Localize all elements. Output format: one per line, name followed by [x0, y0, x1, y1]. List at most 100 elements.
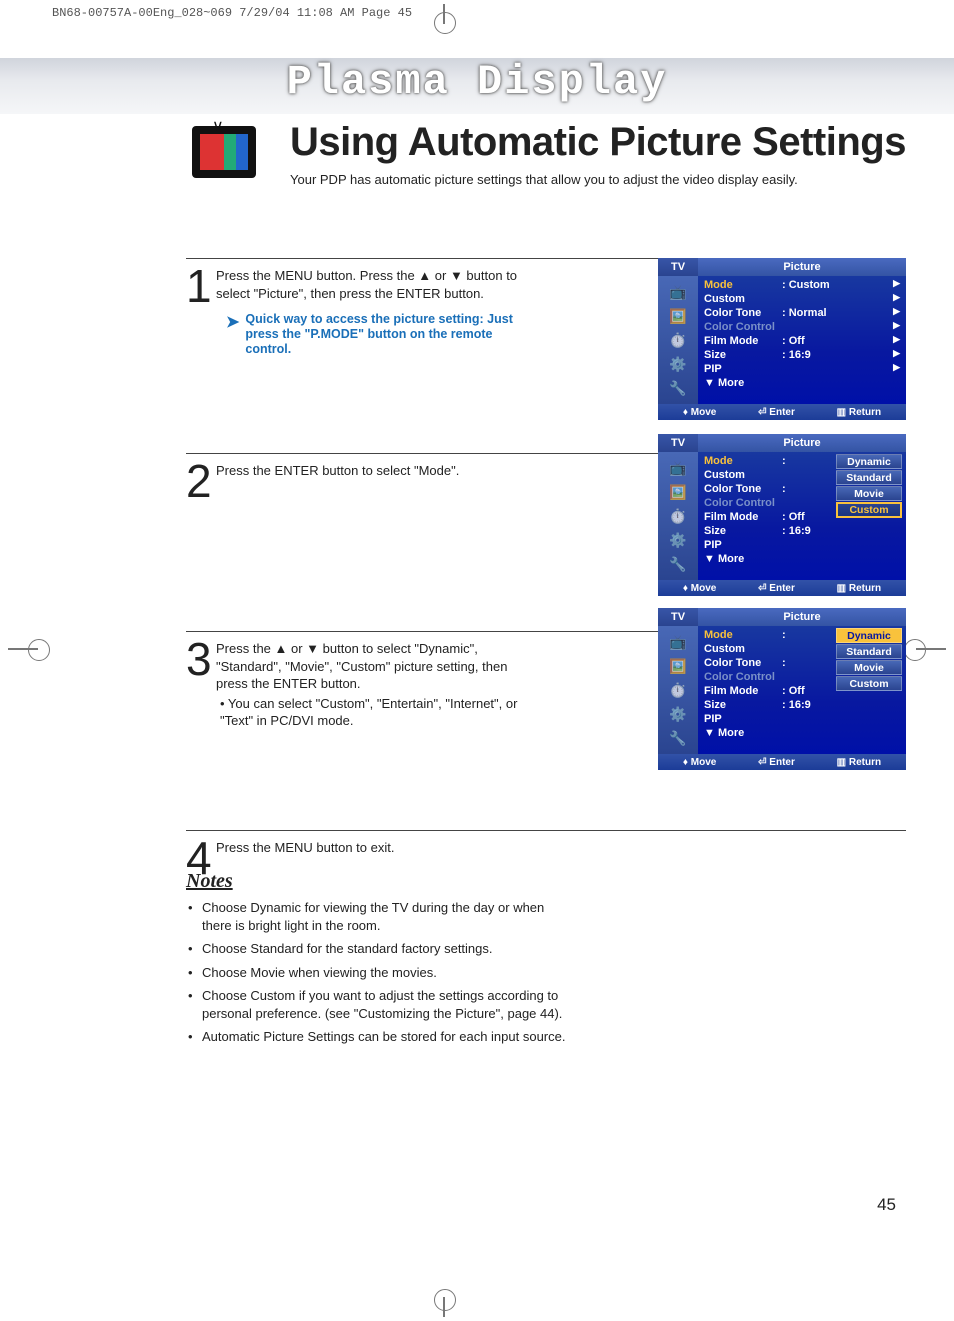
- osd-move: ♦ Move: [683, 757, 716, 768]
- crop-mark-bottom: [432, 1293, 456, 1317]
- osd-move: ♦ Move: [683, 583, 716, 594]
- step-sub-bullet: • You can select "Custom", "Entertain", …: [220, 695, 536, 730]
- osd-row-label: Mode: [704, 629, 782, 641]
- osd-row-label: Film Mode: [704, 685, 782, 697]
- osd-enter: ⏎ Enter: [758, 583, 795, 594]
- osd-title: Picture: [698, 608, 906, 626]
- step-number: 2: [186, 462, 216, 501]
- osd-row-label: Film Mode: [704, 511, 782, 523]
- osd-option: Movie: [836, 486, 902, 501]
- chevron-right-icon: ▶: [893, 320, 900, 331]
- list-item: Choose Custom if you want to adjust the …: [186, 987, 566, 1022]
- osd-screenshot-1: TV Picture 📺🖼️⏱️⚙️🔧 Mode: Custom▶Custom▶…: [658, 258, 906, 420]
- step-number: 1: [186, 267, 216, 306]
- page-subtitle: Your PDP has automatic picture settings …: [290, 172, 798, 187]
- chevron-right-icon: ▶: [893, 334, 900, 345]
- osd-option: Movie: [836, 660, 902, 675]
- osd-title: Picture: [698, 258, 906, 276]
- tip-text: Quick way to access the picture setting:…: [245, 312, 536, 357]
- osd-row: Color Tone: Normal▶: [704, 306, 900, 320]
- osd-row-value: : 16:9: [782, 349, 900, 361]
- osd-option: Custom: [836, 502, 902, 518]
- osd-row-label: Mode: [704, 455, 782, 467]
- list-item: Automatic Picture Settings can be stored…: [186, 1028, 566, 1046]
- osd-row: Size: 16:9: [704, 698, 900, 712]
- osd-row-value: : Normal: [782, 307, 900, 319]
- step-text: Press the ENTER button to select "Mode".: [216, 463, 459, 478]
- print-header: BN68-00757A-00Eng_028~069 7/29/04 11:08 …: [52, 6, 412, 20]
- osd-more: ▼ More: [704, 552, 900, 566]
- chevron-right-icon: ▶: [893, 292, 900, 303]
- osd-row: Mode: Custom▶: [704, 278, 900, 292]
- list-item: Choose Dynamic for viewing the TV during…: [186, 899, 566, 934]
- step-number: 3: [186, 640, 216, 679]
- osd-icon-col: 📺🖼️⏱️⚙️🔧: [658, 276, 698, 404]
- step-body: Press the ENTER button to select "Mode".: [216, 462, 546, 480]
- tip-arrow-icon: ➤: [226, 312, 239, 334]
- page-number: 45: [877, 1195, 896, 1215]
- osd-option: Standard: [836, 470, 902, 485]
- osd-footer: ♦ Move ⏎ Enter ▥ Return: [658, 404, 906, 420]
- notes-section: Notes Choose Dynamic for viewing the TV …: [186, 870, 566, 1052]
- osd-row-label: Size: [704, 525, 782, 537]
- osd-return: ▥ Return: [837, 757, 881, 768]
- osd-row-label: Custom: [704, 469, 782, 481]
- osd-tv-label: TV: [658, 434, 698, 452]
- chevron-right-icon: ▶: [893, 348, 900, 359]
- osd-row-label: Color Control: [704, 497, 782, 509]
- osd-option: Dynamic: [836, 454, 902, 469]
- chevron-right-icon: ▶: [893, 306, 900, 317]
- osd-row-label: Color Tone: [704, 483, 782, 495]
- crop-mark-top: [432, 4, 456, 28]
- osd-row-label: Color Tone: [704, 657, 782, 669]
- crop-mark-left: [8, 648, 38, 650]
- osd-row-value: : Custom: [782, 279, 900, 291]
- osd-row: PIP: [704, 712, 900, 726]
- osd-footer: ♦ Move ⏎ Enter ▥ Return: [658, 580, 906, 596]
- osd-row: Size: 16:9: [704, 524, 900, 538]
- osd-return: ▥ Return: [837, 407, 881, 418]
- notes-list: Choose Dynamic for viewing the TV during…: [186, 899, 566, 1046]
- step-text: Press the MENU button. Press the ▲ or ▼ …: [216, 268, 517, 301]
- osd-row-label: PIP: [704, 363, 782, 375]
- osd-row-label: Mode: [704, 279, 782, 291]
- osd-icon-col: 📺🖼️⏱️⚙️🔧: [658, 452, 698, 580]
- tv-icon: ∨: [192, 118, 264, 178]
- osd-option: Standard: [836, 644, 902, 659]
- osd-option: Dynamic: [836, 628, 902, 643]
- osd-screenshot-2: TV Picture 📺🖼️⏱️⚙️🔧 Mode:CustomColor Ton…: [658, 434, 906, 596]
- osd-tv-label: TV: [658, 608, 698, 626]
- page-title: Using Automatic Picture Settings: [290, 120, 906, 165]
- osd-tv-label: TV: [658, 258, 698, 276]
- osd-row: PIP: [704, 538, 900, 552]
- osd-move: ♦ Move: [683, 407, 716, 418]
- osd-list: Mode: Custom▶Custom▶Color Tone: Normal▶C…: [698, 276, 906, 404]
- osd-row: Custom▶: [704, 292, 900, 306]
- step-body: Press the MENU button to exit.: [216, 839, 546, 857]
- osd-more: ▼ More: [704, 726, 900, 740]
- banner: Plasma Display: [0, 58, 954, 114]
- osd-row: PIP ▶: [704, 362, 900, 376]
- osd-row-value: : 16:9: [782, 699, 900, 711]
- list-item: Choose Standard for the standard factory…: [186, 940, 566, 958]
- osd-list: Mode:CustomColor Tone:Color ControlFilm …: [698, 452, 906, 580]
- osd-screenshot-3: TV Picture 📺🖼️⏱️⚙️🔧 Mode:CustomColor Ton…: [658, 608, 906, 770]
- osd-row-label: Color Control: [704, 671, 782, 683]
- step-body: Press the ▲ or ▼ button to select "Dynam…: [216, 640, 546, 730]
- step-text: Press the MENU button to exit.: [216, 840, 394, 855]
- osd-enter: ⏎ Enter: [758, 407, 795, 418]
- list-item: Choose Movie when viewing the movies.: [186, 964, 566, 982]
- chevron-right-icon: ▶: [893, 362, 900, 373]
- tip: ➤ Quick way to access the picture settin…: [226, 312, 536, 357]
- osd-row: Film Mode: Off▶: [704, 334, 900, 348]
- osd-row-label: Film Mode: [704, 335, 782, 347]
- osd-icon-col: 📺🖼️⏱️⚙️🔧: [658, 626, 698, 754]
- osd-row: Size: 16:9▶: [704, 348, 900, 362]
- osd-row-label: Size: [704, 699, 782, 711]
- osd-list: Mode:CustomColor Tone:Color ControlFilm …: [698, 626, 906, 754]
- osd-row-value: : Off: [782, 335, 900, 347]
- step-body: Press the MENU button. Press the ▲ or ▼ …: [216, 267, 546, 357]
- content: 1 Press the MENU button. Press the ▲ or …: [186, 258, 906, 890]
- osd-row-value: : 16:9: [782, 525, 900, 537]
- step-text: Press the ▲ or ▼ button to select "Dynam…: [216, 641, 507, 691]
